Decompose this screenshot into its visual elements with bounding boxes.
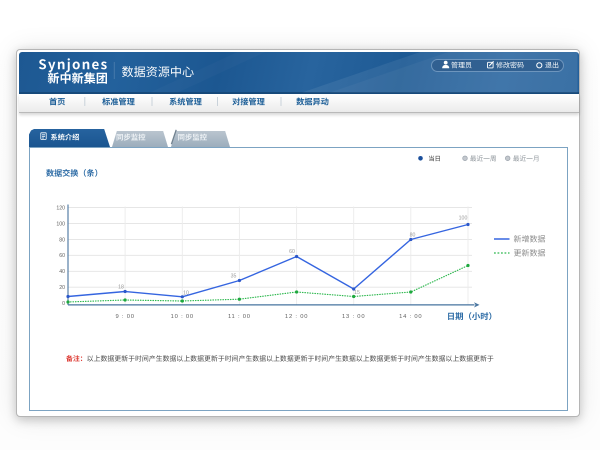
svg-text:0: 0 bbox=[62, 301, 65, 307]
svg-text:80: 80 bbox=[59, 237, 65, 243]
svg-text:35: 35 bbox=[231, 274, 237, 280]
svg-text:100: 100 bbox=[459, 216, 468, 222]
svg-text:20: 20 bbox=[59, 285, 65, 291]
svg-text:10 : 00: 10 : 00 bbox=[171, 314, 194, 320]
svg-text:40: 40 bbox=[59, 269, 65, 275]
svg-text:9 : 00: 9 : 00 bbox=[115, 314, 134, 320]
svg-text:80: 80 bbox=[410, 233, 416, 239]
svg-text:14 : 00: 14 : 00 bbox=[399, 314, 422, 320]
svg-text:60: 60 bbox=[289, 249, 295, 255]
svg-text:120: 120 bbox=[56, 205, 65, 211]
svg-text:12 : 00: 12 : 00 bbox=[285, 314, 308, 320]
svg-text:60: 60 bbox=[59, 253, 65, 259]
svg-text:18: 18 bbox=[118, 285, 124, 291]
svg-text:13 : 00: 13 : 00 bbox=[342, 314, 365, 320]
svg-text:15: 15 bbox=[354, 290, 360, 296]
svg-text:10: 10 bbox=[183, 291, 189, 297]
svg-text:11 : 00: 11 : 00 bbox=[228, 314, 251, 320]
svg-text:100: 100 bbox=[56, 221, 65, 227]
